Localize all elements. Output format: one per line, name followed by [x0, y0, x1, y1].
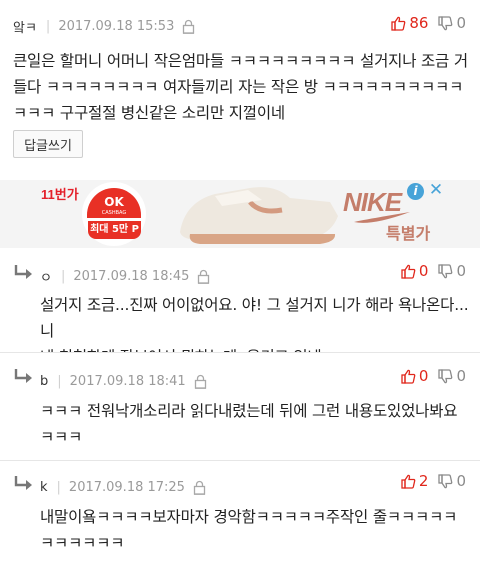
meta-separator: | [56, 479, 61, 495]
comment-date: 2017.09.18 15:53 [58, 18, 175, 34]
lock-icon[interactable] [194, 374, 207, 389]
comment-meta: ㅇ | 2017.09.18 18:45 [40, 266, 210, 286]
reply-item: k | 2017.09.18 17:25 2 0 내말이욬ㅋㅋㅋㅋ보자마자 경악… [0, 461, 480, 579]
ad-info-icon[interactable]: i [407, 183, 424, 200]
downvote-count: 0 [456, 262, 466, 280]
upvote-count: 86 [409, 14, 429, 32]
lock-icon[interactable] [197, 269, 210, 284]
comment-text: 내말이욬ㅋㅋㅋㅋ보자마자 경악함ㅋㅋㅋㅋㅋ주작인 줄ㅋㅋㅋㅋㅋ ㅋㅋㅋㅋㅋㅋ [40, 504, 476, 556]
thumbs-up-icon [401, 369, 416, 384]
reply-arrow-icon [14, 369, 32, 383]
comment-author[interactable]: b [40, 374, 48, 389]
comment-author[interactable]: k [40, 480, 48, 495]
vote-group: 86 0 [391, 14, 466, 32]
downvote-count: 0 [456, 367, 466, 385]
downvote-button[interactable]: 0 [438, 14, 466, 32]
meta-separator: | [57, 373, 62, 389]
downvote-count: 0 [456, 14, 466, 32]
thumbs-up-icon [401, 474, 416, 489]
meta-separator: | [60, 268, 66, 284]
comment-meta: b | 2017.09.18 18:41 [40, 371, 207, 391]
comment-text-line: ㅋㅋㅋ [40, 428, 83, 446]
ok-cashbag-logo: OK CASHBAG [87, 188, 141, 218]
comment-text-line: 설거지 조금...진짜 어이없어요. 야! 그 설거지 니가 해라 욕나온다..… [40, 296, 469, 340]
upvote-button[interactable]: 86 [391, 14, 428, 32]
thumbs-up-icon [391, 16, 406, 31]
comment-text-line: 큰일은 할머니 어머니 작은엄마들 ㅋㅋㅋㅋㅋㅋㅋㅋㅋ 설거지나 조금 거 [13, 52, 468, 70]
upvote-count: 2 [418, 472, 429, 490]
comment-text-line: 들다 ㅋㅋㅋㅋㅋㅋㅋㅋ 여자들끼리 자는 작은 방 ㅋㅋㅋㅋㅋㅋㅋㅋㅋㅋ [13, 78, 464, 96]
comment-text-line: 내말이욬ㅋㅋㅋㅋ보자마자 경악함ㅋㅋㅋㅋㅋ주작인 줄ㅋㅋㅋㅋㅋ [40, 508, 458, 526]
comment-text: ㅋㅋㅋ 전워낙개소리라 읽다내렸는데 뒤에 그런 내용도있었나봐요 ㅋㅋㅋ [40, 398, 476, 450]
thumbs-down-icon [438, 263, 453, 278]
downvote-button[interactable]: 0 [438, 472, 466, 490]
upvote-button[interactable]: 2 [401, 472, 429, 490]
comment-text-line: ㅋㅋㅋ 구구절절 병신같은 소리만 지껄이네 [13, 104, 285, 122]
reply-arrow-icon [14, 476, 32, 490]
ad-close-icon[interactable]: ✕ [427, 181, 445, 199]
comment-text: 큰일은 할머니 어머니 작은엄마들 ㅋㅋㅋㅋㅋㅋㅋㅋㅋ 설거지나 조금 거 들다… [13, 48, 473, 126]
ok-logo-subtext: CASHBAG [101, 210, 127, 216]
comment-author[interactable]: 앜ㅋ [13, 17, 37, 36]
thumbs-down-icon [438, 368, 453, 383]
downvote-button[interactable]: 0 [438, 262, 466, 280]
upvote-button[interactable]: 0 [401, 262, 429, 280]
vote-group: 0 0 [401, 262, 466, 280]
thumbs-down-icon [438, 15, 453, 30]
ok-points-label: 최대 5만 P [88, 221, 141, 239]
ad-banner[interactable]: 11번가 OK CASHBAG 최대 5만 P NIKE 특별가 i ✕ [0, 180, 480, 248]
ok-logo-text: OK [104, 195, 124, 209]
thumbs-down-icon [438, 473, 453, 488]
lock-icon[interactable] [182, 19, 195, 34]
reply-arrow-icon [14, 265, 32, 279]
upvote-button[interactable]: 0 [401, 367, 429, 385]
comment-item: 앜ㅋ | 2017.09.18 15:53 86 0 큰일은 할머니 어머니 작… [0, 0, 480, 180]
thumbs-up-icon [401, 264, 416, 279]
comment-date: 2017.09.18 18:45 [73, 268, 190, 284]
lock-icon[interactable] [193, 480, 206, 495]
reply-item: ㅇ | 2017.09.18 18:45 0 0 설거지 조금...진짜 어이없… [0, 248, 480, 366]
downvote-button[interactable]: 0 [438, 367, 466, 385]
downvote-count: 0 [456, 472, 466, 490]
ad-store-label: 11번가 [41, 187, 79, 202]
comment-date: 2017.09.18 17:25 [68, 479, 185, 495]
comment-author[interactable]: ㅇ [40, 267, 52, 286]
upvote-count: 0 [418, 367, 429, 385]
vote-group: 0 0 [401, 367, 466, 385]
vote-group: 2 0 [401, 472, 466, 490]
comment-text-line: ㅋㅋㅋ 전워낙개소리라 읽다내렸는데 뒤에 그런 내용도있었나봐요 [40, 402, 458, 420]
comment-meta: k | 2017.09.18 17:25 [40, 477, 206, 497]
comment-date: 2017.09.18 18:41 [69, 373, 186, 389]
reply-item: b | 2017.09.18 18:41 0 0 ㅋㅋㅋ 전워낙개소리라 읽다내… [0, 353, 480, 460]
upvote-count: 0 [418, 262, 429, 280]
comment-meta: 앜ㅋ | 2017.09.18 15:53 [13, 16, 195, 36]
write-reply-button[interactable]: 답글쓰기 [13, 130, 83, 158]
meta-separator: | [45, 18, 51, 34]
ad-promo-text: 특별가 [386, 224, 431, 243]
comment-text-line: ㅋㅋㅋㅋㅋㅋ [40, 534, 125, 552]
